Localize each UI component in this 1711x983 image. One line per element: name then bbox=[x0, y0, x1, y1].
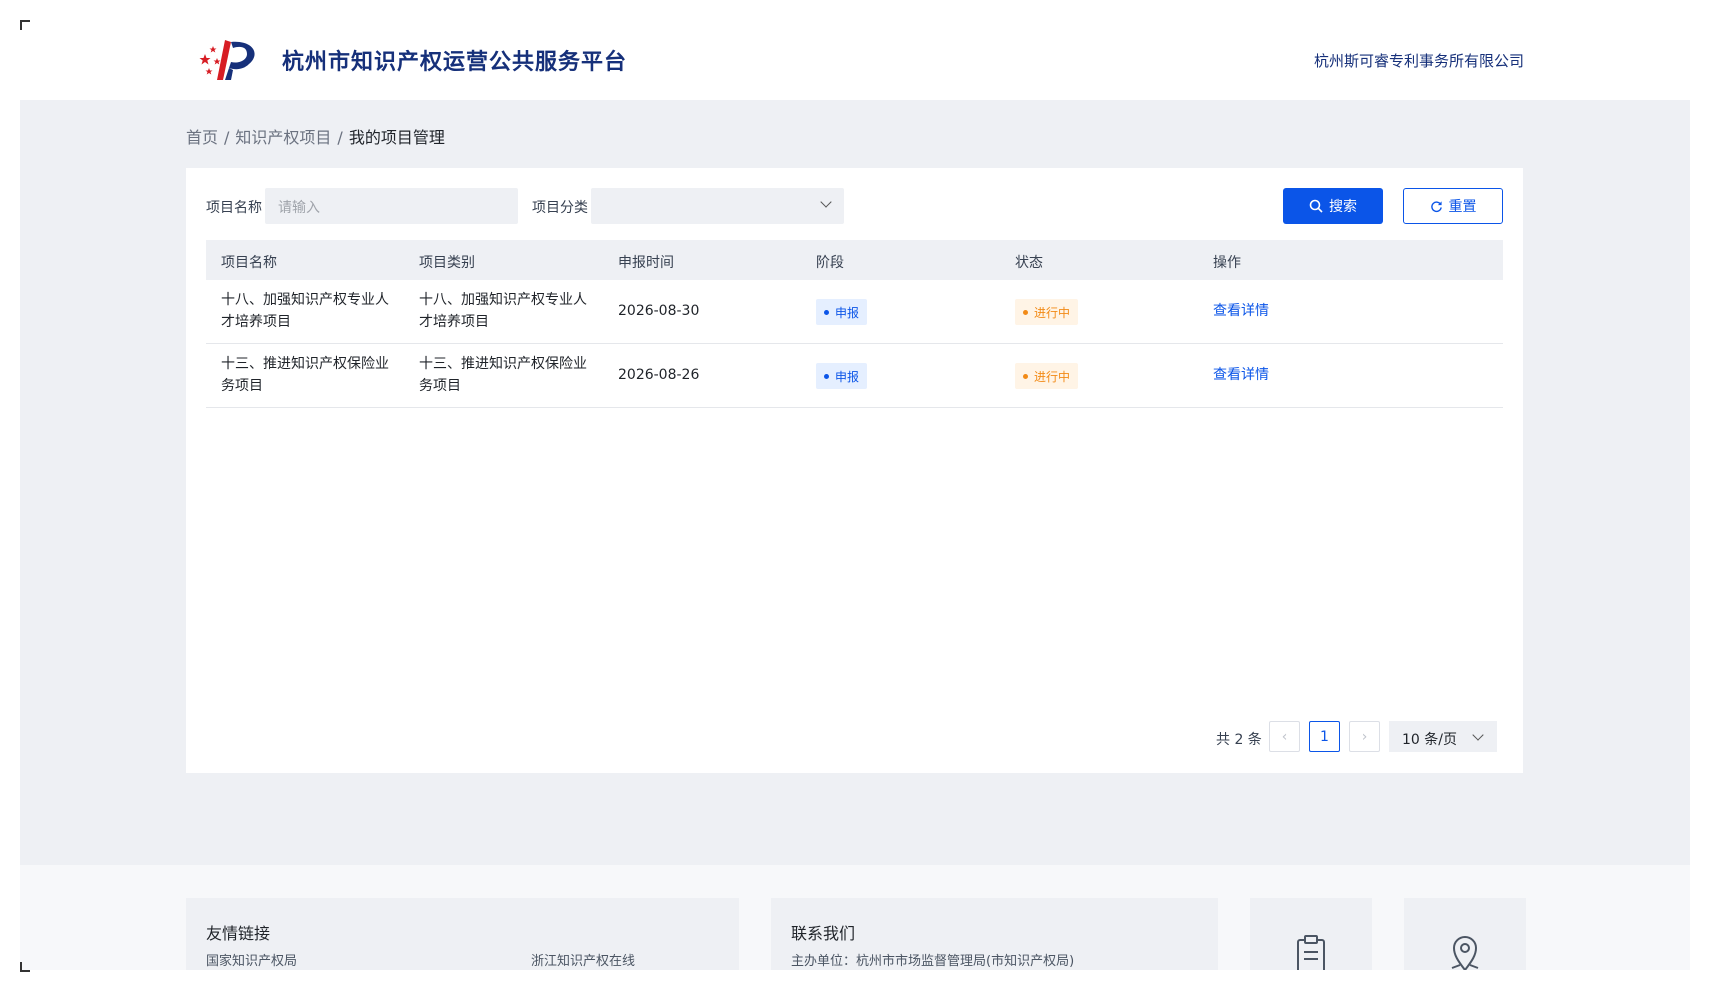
refresh-icon bbox=[1430, 200, 1442, 212]
reset-button[interactable]: 重置 bbox=[1403, 188, 1503, 224]
stage-badge: 申报 bbox=[816, 363, 868, 389]
table-row: 十八、加强知识产权专业人才培养项目 十八、加强知识产权专业人才培养项目 2026… bbox=[206, 280, 1503, 344]
project-category-cell: 十三、推进知识产权保险业务项目 bbox=[419, 356, 587, 394]
project-table: 项目名称 项目类别 申报时间 阶段 状态 操作 十八、加强知识产权专业人才培养项… bbox=[206, 240, 1503, 408]
view-details-link[interactable]: 查看详情 bbox=[1213, 364, 1269, 384]
filter-bar: 项目名称 请输入 项目分类 搜索 重置 bbox=[206, 188, 1503, 224]
project-category-cell: 十八、加强知识产权专业人才培养项目 bbox=[419, 292, 587, 330]
page-number: 1 bbox=[1320, 728, 1329, 745]
logo-emblem-icon[interactable] bbox=[195, 34, 261, 84]
status-label: 进行中 bbox=[1034, 369, 1071, 384]
screen-corner-marker bbox=[20, 20, 30, 30]
friendly-links-title: 友情链接 bbox=[206, 924, 271, 943]
breadcrumb-separator: / bbox=[337, 128, 343, 147]
contact-panel: 联系我们 主办单位：杭州市市场监督管理局(市知识产权局) bbox=[771, 898, 1218, 970]
project-category-select[interactable] bbox=[591, 188, 844, 224]
breadcrumb-home[interactable]: 首页 bbox=[186, 128, 218, 147]
status-badge: 进行中 bbox=[1015, 363, 1079, 389]
pagination: 共 2 条 ‹ 1 › 10 条/页 bbox=[1216, 721, 1506, 754]
chevron-down-icon bbox=[820, 196, 832, 208]
qrcode-panel[interactable] bbox=[1250, 898, 1372, 970]
project-name-cell: 十八、加强知识产权专业人才培养项目 bbox=[221, 292, 389, 330]
project-name-cell: 十三、推进知识产权保险业务项目 bbox=[221, 356, 389, 394]
contact-host: 主办单位：杭州市市场监督管理局(市知识产权局) bbox=[791, 954, 1075, 969]
column-header-stage: 阶段 bbox=[816, 255, 844, 271]
project-name-placeholder: 请输入 bbox=[278, 200, 320, 216]
column-header-date: 申报时间 bbox=[618, 255, 674, 271]
status-dot-icon bbox=[1023, 373, 1028, 379]
friendly-links-panel: 友情链接 国家知识产权局 浙江知识产权在线 bbox=[186, 898, 739, 970]
view-details-link[interactable]: 查看详情 bbox=[1213, 300, 1269, 320]
prev-page-button[interactable]: ‹ bbox=[1269, 721, 1300, 752]
breadcrumb-current: 我的项目管理 bbox=[348, 128, 445, 147]
pagination-total: 共 2 条 bbox=[1216, 732, 1262, 748]
page-size-value: 10 条/页 bbox=[1402, 732, 1457, 748]
company-name[interactable]: 杭州斯可睿专利事务所有限公司 bbox=[1314, 50, 1524, 71]
main-content: 首页 / 知识产权项目 / 我的项目管理 项目名称 请输入 项目分类 搜索 重置… bbox=[20, 100, 1690, 865]
project-list-card: 项目名称 请输入 项目分类 搜索 重置 项目名称 项目类别 申报时间 阶段 状态… bbox=[186, 168, 1523, 773]
breadcrumb-separator: / bbox=[224, 128, 230, 147]
location-pin-icon bbox=[1451, 936, 1479, 970]
next-page-button[interactable]: › bbox=[1349, 721, 1380, 752]
stage-dot-icon bbox=[824, 373, 829, 379]
stage-label: 申报 bbox=[835, 369, 860, 384]
stage-dot-icon bbox=[824, 309, 829, 315]
column-header-action: 操作 bbox=[1213, 255, 1241, 271]
breadcrumb: 首页 / 知识产权项目 / 我的项目管理 bbox=[186, 124, 445, 148]
project-name-input[interactable]: 请输入 bbox=[265, 188, 518, 224]
clipboard-icon bbox=[1297, 935, 1325, 970]
site-title[interactable]: 杭州市知识产权运营公共服务平台 bbox=[282, 44, 627, 76]
status-badge: 进行中 bbox=[1015, 299, 1079, 325]
contact-title: 联系我们 bbox=[791, 924, 856, 943]
location-panel[interactable] bbox=[1404, 898, 1526, 970]
status-dot-icon bbox=[1023, 309, 1028, 315]
stage-badge: 申报 bbox=[816, 299, 868, 325]
chevron-left-icon: ‹ bbox=[1281, 728, 1288, 745]
site-footer: 友情链接 国家知识产权局 浙江知识产权在线 联系我们 主办单位：杭州市市场监督管… bbox=[20, 865, 1690, 970]
search-button[interactable]: 搜索 bbox=[1283, 188, 1383, 224]
report-date-cell: 2026-08-26 bbox=[618, 367, 700, 383]
project-name-label: 项目名称 bbox=[206, 200, 262, 216]
footer-link[interactable]: 浙江知识产权在线 bbox=[531, 950, 635, 969]
page-size-select[interactable]: 10 条/页 bbox=[1389, 721, 1497, 752]
browser-viewport: 杭州市知识产权运营公共服务平台 杭州斯可睿专利事务所有限公司 首页 / 知识产权项目… bbox=[20, 20, 1690, 970]
site-header: 杭州市知识产权运营公共服务平台 杭州斯可睿专利事务所有限公司 bbox=[20, 20, 1690, 100]
search-icon bbox=[1309, 199, 1323, 213]
project-category-label: 项目分类 bbox=[532, 200, 588, 216]
footer-link[interactable]: 国家知识产权局 bbox=[206, 950, 297, 969]
table-header: 项目名称 项目类别 申报时间 阶段 状态 操作 bbox=[206, 240, 1503, 280]
page-1-button[interactable]: 1 bbox=[1309, 721, 1340, 752]
column-header-name: 项目名称 bbox=[221, 255, 277, 271]
search-button-label: 搜索 bbox=[1329, 199, 1357, 215]
stage-label: 申报 bbox=[835, 305, 860, 320]
status-label: 进行中 bbox=[1034, 305, 1071, 320]
chevron-right-icon: › bbox=[1361, 728, 1368, 745]
chevron-down-icon bbox=[1472, 729, 1484, 741]
reset-button-label: 重置 bbox=[1448, 199, 1477, 215]
report-date-cell: 2026-08-30 bbox=[618, 303, 700, 319]
column-header-category: 项目类别 bbox=[419, 255, 475, 271]
table-row: 十三、推进知识产权保险业务项目 十三、推进知识产权保险业务项目 2026-08-… bbox=[206, 344, 1503, 408]
column-header-status: 状态 bbox=[1015, 255, 1043, 271]
breadcrumb-section[interactable]: 知识产权项目 bbox=[235, 128, 331, 147]
screen-corner-marker bbox=[20, 962, 30, 972]
